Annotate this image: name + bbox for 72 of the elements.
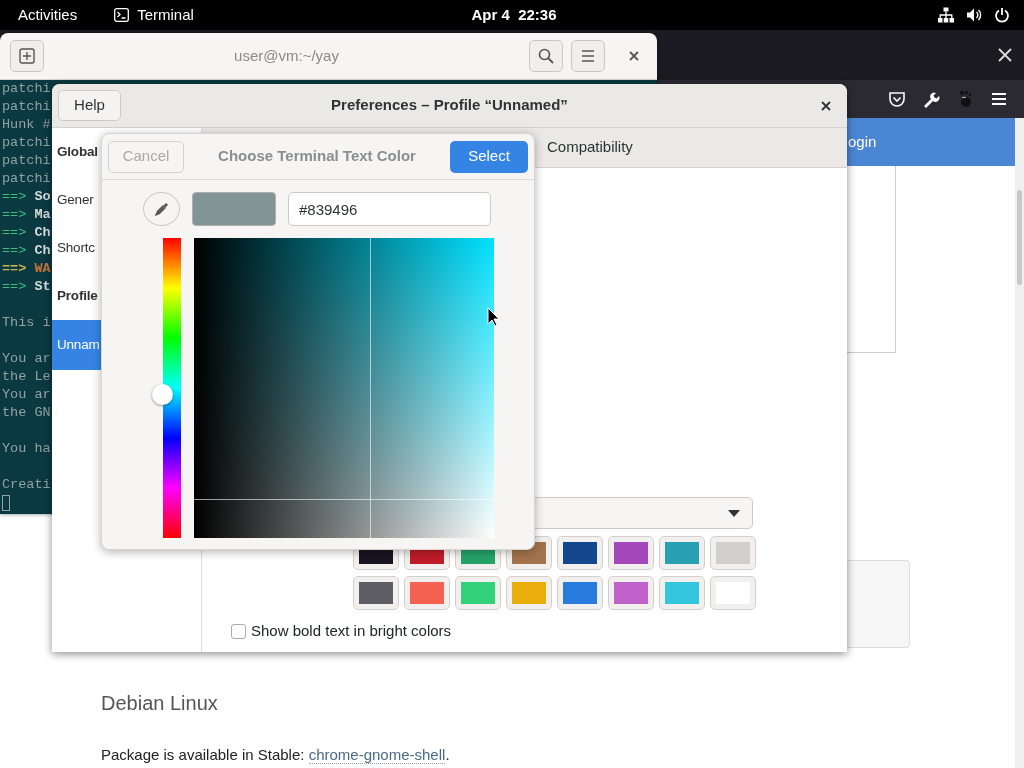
- terminal-line: You ar: [2, 386, 51, 404]
- scrollbar[interactable]: [1015, 118, 1024, 768]
- pocket-icon[interactable]: [888, 90, 906, 108]
- terminal-line: ==> So: [2, 188, 51, 206]
- palette-swatch[interactable]: [456, 577, 500, 609]
- close-icon[interactable]: [629, 51, 639, 61]
- terminal-line: Hunk #: [2, 116, 51, 134]
- eyedropper-icon: [153, 201, 170, 217]
- window-title: Preferences – Profile “Unnamed”: [330, 95, 569, 116]
- app-menu[interactable]: Terminal: [114, 3, 194, 27]
- terminal-line: the Le: [2, 368, 51, 386]
- terminal-cursor: [2, 495, 10, 511]
- palette-swatch[interactable]: [660, 577, 704, 609]
- package-link[interactable]: chrome-gnome-shell: [308, 746, 446, 764]
- palette-swatch[interactable]: [609, 537, 653, 569]
- menu-icon: [580, 48, 596, 64]
- clock[interactable]: Apr 4 22:36: [471, 3, 557, 27]
- terminal-line: You ha: [2, 440, 51, 458]
- terminal-line: ==> Ch: [2, 242, 51, 260]
- hue-slider[interactable]: [152, 238, 181, 538]
- window-title: user@vm:~/yay: [233, 45, 340, 66]
- dialog-title: Choose Terminal Text Color: [217, 146, 417, 167]
- palette-swatch[interactable]: [405, 577, 449, 609]
- eyedropper-button[interactable]: [143, 192, 180, 226]
- section-heading: Debian Linux: [101, 691, 219, 716]
- select-button[interactable]: Select: [450, 140, 528, 173]
- mouse-pointer-icon: [487, 307, 500, 327]
- terminal-line: Creati: [2, 476, 51, 494]
- terminal-line: ==> Ch: [2, 224, 51, 242]
- tab[interactable]: Compatibility: [535, 128, 645, 167]
- hex-field[interactable]: #839496: [288, 192, 491, 226]
- close-icon[interactable]: [821, 100, 831, 111]
- palette-swatch[interactable]: [507, 577, 551, 609]
- menu-button[interactable]: [571, 40, 605, 72]
- app-name: Terminal: [137, 4, 194, 25]
- terminal-line: ==> Ma: [2, 206, 51, 224]
- volume-icon: [966, 7, 982, 23]
- color-plane[interactable]: [194, 238, 494, 538]
- terminal-line: the GN: [2, 404, 51, 422]
- checkbox-label: Show bold text in bright colors: [251, 621, 452, 641]
- terminal-line: patchi: [2, 152, 51, 170]
- palette-swatch[interactable]: [609, 577, 653, 609]
- terminal-icon: [114, 8, 130, 22]
- new-tab-button[interactable]: [10, 40, 44, 72]
- banner-link[interactable]: ogin: [847, 118, 1015, 166]
- network-icon: [938, 7, 954, 23]
- terminal-line: ==> WA: [2, 260, 51, 278]
- plus-icon: [19, 48, 35, 64]
- terminal-line: patchi: [2, 170, 51, 188]
- wrench-icon[interactable]: [922, 90, 940, 108]
- sidebar-heading: Profile: [57, 286, 98, 305]
- power-icon: [994, 7, 1010, 23]
- sidebar-heading: Global: [57, 142, 98, 161]
- terminal-line: ==> St: [2, 278, 51, 296]
- palette-swatch[interactable]: [660, 537, 704, 569]
- terminal-line: patchi: [2, 80, 51, 98]
- menu-icon[interactable]: [990, 90, 1008, 108]
- search-icon: [538, 48, 554, 64]
- palette-swatch[interactable]: [558, 537, 602, 569]
- terminal-line: patchi: [2, 134, 51, 152]
- palette-swatch[interactable]: [558, 577, 602, 609]
- help-button[interactable]: Help: [58, 90, 121, 121]
- palette-swatch[interactable]: [354, 577, 398, 609]
- checkbox[interactable]: [231, 623, 246, 639]
- caret-icon: [728, 509, 740, 517]
- terminal-line: This i: [2, 314, 51, 332]
- palette-swatch[interactable]: [711, 537, 755, 569]
- terminal-line: patchi: [2, 98, 51, 116]
- activities-button[interactable]: Activities: [18, 3, 78, 27]
- search-button[interactable]: [529, 40, 563, 72]
- palette-swatch[interactable]: [711, 577, 755, 609]
- terminal-line: You ar: [2, 350, 51, 368]
